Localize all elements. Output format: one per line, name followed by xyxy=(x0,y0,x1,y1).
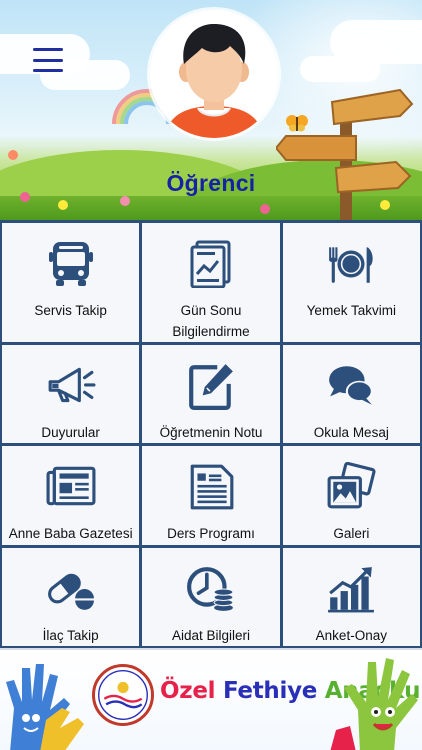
tile-okula-mesaj[interactable]: Okula Mesaj xyxy=(282,345,420,444)
flower xyxy=(260,204,270,214)
signpost-icon xyxy=(276,88,414,220)
tile-yemek-takvimi[interactable]: Yemek Takvimi xyxy=(282,223,420,342)
page-title: Öğrenci xyxy=(166,170,256,196)
bus-icon xyxy=(44,237,98,291)
chat-bubbles-icon xyxy=(324,359,378,413)
newspaper-icon xyxy=(44,460,98,514)
tile-gun-sonu-bilgilendirme[interactable]: Gün Sonu Bilgilendirme xyxy=(142,223,280,342)
pill-icon xyxy=(44,562,98,616)
school-logo xyxy=(92,664,154,726)
tile-ilac-takip[interactable]: İlaç Takip xyxy=(2,547,140,646)
tile-label: Yemek Takvimi xyxy=(306,303,396,318)
tile-galeri[interactable]: Galeri xyxy=(282,446,420,545)
tile-ogretmenin-notu[interactable]: Öğretmenin Notu xyxy=(142,345,280,444)
tile-label: Anne Baba Gazetesi xyxy=(8,526,133,542)
tile-label: Gün Sonu Bilgilendirme xyxy=(172,303,250,339)
report-chart-icon xyxy=(184,237,238,291)
school-name-word: Fethiye xyxy=(222,678,318,704)
tile-label: Servis Takip xyxy=(34,303,107,318)
tile-label: Okula Mesaj xyxy=(313,425,389,440)
tile-aidat-bilgileri[interactable]: Aidat Bilgileri xyxy=(142,547,280,646)
tile-label: Aidat Bilgileri xyxy=(171,627,251,643)
tile-duyurular[interactable]: Duyurular xyxy=(2,345,140,444)
student-avatar-icon xyxy=(150,10,278,138)
school-name-word: Özel xyxy=(160,678,216,704)
hamburger-menu-icon[interactable] xyxy=(33,48,63,72)
painted-hands-left xyxy=(6,664,84,750)
tile-anne-baba-gazetesi[interactable]: Anne Baba Gazetesi xyxy=(2,446,140,545)
flower xyxy=(120,196,130,206)
cloud xyxy=(300,56,380,82)
megaphone-icon xyxy=(44,359,98,413)
photo-gallery-icon xyxy=(324,460,378,514)
painted-hands-right xyxy=(330,658,418,750)
tile-label: Galeri xyxy=(333,526,370,542)
clock-coins-icon xyxy=(184,562,238,616)
tile-label: Ders Programı xyxy=(167,526,255,542)
tile-label: İlaç Takip xyxy=(42,627,99,643)
tile-servis-takip[interactable]: Servis Takip xyxy=(2,223,140,342)
header-banner: Öğrenci xyxy=(0,0,422,220)
feature-grid: Servis Takip Gün Sonu Bilgilendirme Yeme… xyxy=(0,220,422,648)
bar-chart-growth-icon xyxy=(324,562,378,616)
tile-label: Anket-Onay xyxy=(315,627,387,643)
tile-ders-programi[interactable]: Ders Programı xyxy=(142,446,280,545)
tile-anket-onay[interactable]: Anket-Onay xyxy=(282,547,420,646)
flower xyxy=(8,150,18,160)
edit-note-icon xyxy=(184,359,238,413)
flower xyxy=(58,200,68,210)
document-list-icon xyxy=(184,460,238,514)
school-banner: Özel Fethiye Anaokulu xyxy=(0,648,422,750)
tile-label: Öğretmenin Notu xyxy=(159,425,263,440)
cutlery-plate-icon xyxy=(324,237,378,291)
tile-label: Duyurular xyxy=(41,425,100,440)
